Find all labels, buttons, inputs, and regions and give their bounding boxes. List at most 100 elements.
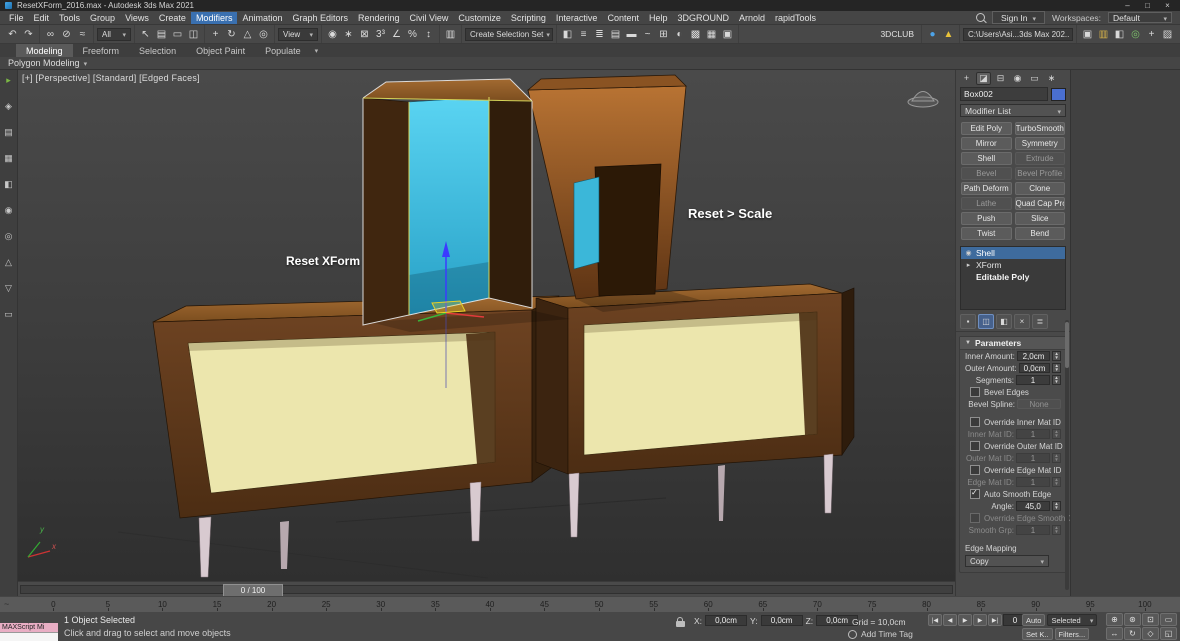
time-slider-track[interactable] bbox=[20, 585, 953, 594]
selection-region-icon[interactable]: ▭ bbox=[170, 27, 185, 42]
render-setup-icon[interactable]: ▩ bbox=[688, 27, 703, 42]
keyboard-override-icon[interactable]: ⊠ bbox=[357, 27, 372, 42]
menu-item[interactable]: Rendering bbox=[353, 12, 405, 24]
cabinet-right[interactable] bbox=[536, 284, 854, 537]
modifier-stack-item[interactable]: ◉ Shell bbox=[961, 247, 1065, 259]
render-production-icon[interactable]: ▣ bbox=[720, 27, 735, 42]
modifier-button[interactable]: Edit Poly bbox=[961, 122, 1012, 135]
modifier-button[interactable]: Twist bbox=[961, 227, 1012, 240]
menu-item[interactable]: Help bbox=[644, 12, 673, 24]
menu-item[interactable]: Create bbox=[154, 12, 191, 24]
menu-item[interactable]: Tools bbox=[54, 12, 85, 24]
unlink-selection-icon[interactable]: ⊘ bbox=[59, 27, 74, 42]
create-tab-icon[interactable]: + bbox=[959, 72, 974, 85]
align-icon[interactable]: ≡ bbox=[576, 27, 591, 42]
next-frame-button[interactable]: ▶ bbox=[973, 614, 987, 626]
utilities-icon[interactable]: + bbox=[1144, 27, 1159, 42]
y-coordinate-field[interactable]: 0,0cm bbox=[761, 615, 803, 626]
zoom-extents-button[interactable]: ⊡ bbox=[1142, 613, 1159, 626]
lights-icon[interactable]: ◎ bbox=[2, 230, 15, 243]
menu-item[interactable]: Scripting bbox=[506, 12, 551, 24]
modifier-button[interactable]: Shell bbox=[961, 152, 1012, 165]
track-bar[interactable]: ~ 05101520253035404550556065707580859095… bbox=[0, 596, 1180, 612]
maxscript-mini-listener[interactable]: MAXScript Mi bbox=[0, 623, 58, 632]
scene-explorer-icon[interactable]: ▤ bbox=[2, 126, 15, 139]
bind-to-space-warp-icon[interactable]: ≈ bbox=[75, 27, 90, 42]
mirror-icon[interactable]: ◧ bbox=[560, 27, 575, 42]
modifier-button[interactable]: Bend bbox=[1015, 227, 1066, 240]
zoom-region-button[interactable]: ▭ bbox=[1160, 613, 1177, 626]
override-edge-mat-checkbox[interactable] bbox=[970, 465, 980, 475]
utilities-tab-icon[interactable]: ∗ bbox=[1044, 72, 1059, 85]
warning-icon[interactable]: ▲ bbox=[941, 27, 956, 42]
ribbon-tab[interactable]: Populate bbox=[255, 44, 311, 57]
hierarchy-tab-icon[interactable]: ⊟ bbox=[993, 72, 1008, 85]
select-and-place-icon[interactable]: ◎ bbox=[256, 27, 271, 42]
menu-item[interactable]: Graph Editors bbox=[287, 12, 353, 24]
menu-item[interactable]: Content bbox=[602, 12, 644, 24]
menu-item[interactable]: Arnold bbox=[734, 12, 770, 24]
edit-named-selection-sets-icon[interactable]: ▥ bbox=[443, 27, 458, 42]
isolate-selection-icon[interactable]: ◎ bbox=[1128, 27, 1143, 42]
play-button[interactable]: ▶ bbox=[958, 614, 972, 626]
perspective-viewport[interactable]: [+] [Perspective] [Standard] [Edged Face… bbox=[18, 70, 955, 581]
ribbon-toggle-icon[interactable]: ▬ bbox=[624, 27, 639, 42]
menu-item[interactable]: Edit bbox=[29, 12, 55, 24]
window-crossing-icon[interactable]: ◫ bbox=[186, 27, 201, 42]
show-end-result-icon[interactable]: ◫ bbox=[978, 314, 994, 329]
ribbon-tab[interactable]: Object Paint bbox=[186, 44, 255, 57]
select-by-name-icon[interactable]: ▤ bbox=[154, 27, 169, 42]
modifier-stack-item[interactable]: Editable Poly bbox=[961, 271, 1065, 283]
segments-spinner[interactable] bbox=[1052, 375, 1061, 385]
inner-mat-id-spinner[interactable] bbox=[1052, 429, 1061, 439]
close-button[interactable]: × bbox=[1160, 1, 1175, 10]
select-and-rotate-icon[interactable]: ↻ bbox=[224, 27, 239, 42]
auto-key-button[interactable]: Auto bbox=[1022, 614, 1045, 626]
override-inner-mat-checkbox[interactable] bbox=[970, 417, 980, 427]
bevel-spline-button[interactable]: None bbox=[1017, 399, 1061, 409]
polygon-modeling-tab[interactable]: Polygon Modeling bbox=[8, 58, 80, 68]
modifier-button[interactable]: Clone bbox=[1015, 182, 1066, 195]
navigation-hat-icon[interactable] bbox=[908, 92, 938, 108]
menu-item[interactable]: Customize bbox=[453, 12, 506, 24]
modifier-button[interactable]: Bevel bbox=[961, 167, 1012, 180]
ribbon-tab[interactable]: Selection bbox=[129, 44, 186, 57]
ribbon-tab[interactable]: Modeling bbox=[16, 44, 73, 57]
scene-explorer-icon[interactable]: ≣ bbox=[592, 27, 607, 42]
3dclub-button[interactable]: 3DCLUB bbox=[876, 29, 918, 39]
box-right[interactable] bbox=[528, 75, 704, 312]
edge-mapping-dropdown[interactable]: Copy bbox=[965, 555, 1049, 567]
outer-amount-field[interactable]: 0,0cm bbox=[1019, 363, 1051, 373]
select-and-move-icon[interactable]: + bbox=[208, 27, 223, 42]
menu-item[interactable]: Civil View bbox=[405, 12, 454, 24]
edge-mat-id-spinner[interactable] bbox=[1052, 477, 1061, 487]
viewport-layout-icon[interactable]: ◧ bbox=[1112, 27, 1127, 42]
display-toggle-icon[interactable]: ◧ bbox=[2, 178, 15, 191]
menu-item[interactable]: Animation bbox=[237, 12, 287, 24]
grids-icon[interactable]: ▭ bbox=[2, 308, 15, 321]
search-icon[interactable] bbox=[976, 13, 985, 22]
select-and-manipulate-icon[interactable]: ∗ bbox=[341, 27, 356, 42]
undo-icon[interactable]: ↶ bbox=[5, 27, 20, 42]
sign-in-button[interactable]: Sign In bbox=[992, 11, 1045, 24]
override-outer-mat-checkbox[interactable] bbox=[970, 441, 980, 451]
redo-icon[interactable]: ↷ bbox=[21, 27, 36, 42]
settings-icon[interactable]: ▨ bbox=[1160, 27, 1175, 42]
outer-mat-id-spinner[interactable] bbox=[1052, 453, 1061, 463]
go-to-start-button[interactable]: |◀ bbox=[928, 614, 942, 626]
panel-scrollbar[interactable] bbox=[1065, 320, 1069, 590]
modify-tab-icon[interactable]: ◪ bbox=[976, 72, 991, 85]
fov-button[interactable]: ◇ bbox=[1142, 627, 1159, 640]
inner-amount-field[interactable]: 2,0cm bbox=[1017, 351, 1050, 361]
modifier-button[interactable]: TurboSmooth bbox=[1015, 122, 1066, 135]
percent-snap-icon[interactable]: % bbox=[405, 27, 420, 42]
menu-item[interactable]: Modifiers bbox=[191, 12, 238, 24]
menu-item[interactable]: 3DGROUND bbox=[673, 12, 735, 24]
modifier-button[interactable]: Push bbox=[961, 212, 1012, 225]
angle-snap-icon[interactable]: ∠ bbox=[389, 27, 404, 42]
modifier-button[interactable]: Extrude bbox=[1015, 152, 1066, 165]
object-color-swatch[interactable] bbox=[1051, 88, 1066, 101]
override-edge-smooth-checkbox[interactable] bbox=[970, 513, 980, 523]
configure-modifier-sets-icon[interactable]: ≣ bbox=[1032, 314, 1048, 329]
zoom-button[interactable]: ⊕ bbox=[1106, 613, 1123, 626]
